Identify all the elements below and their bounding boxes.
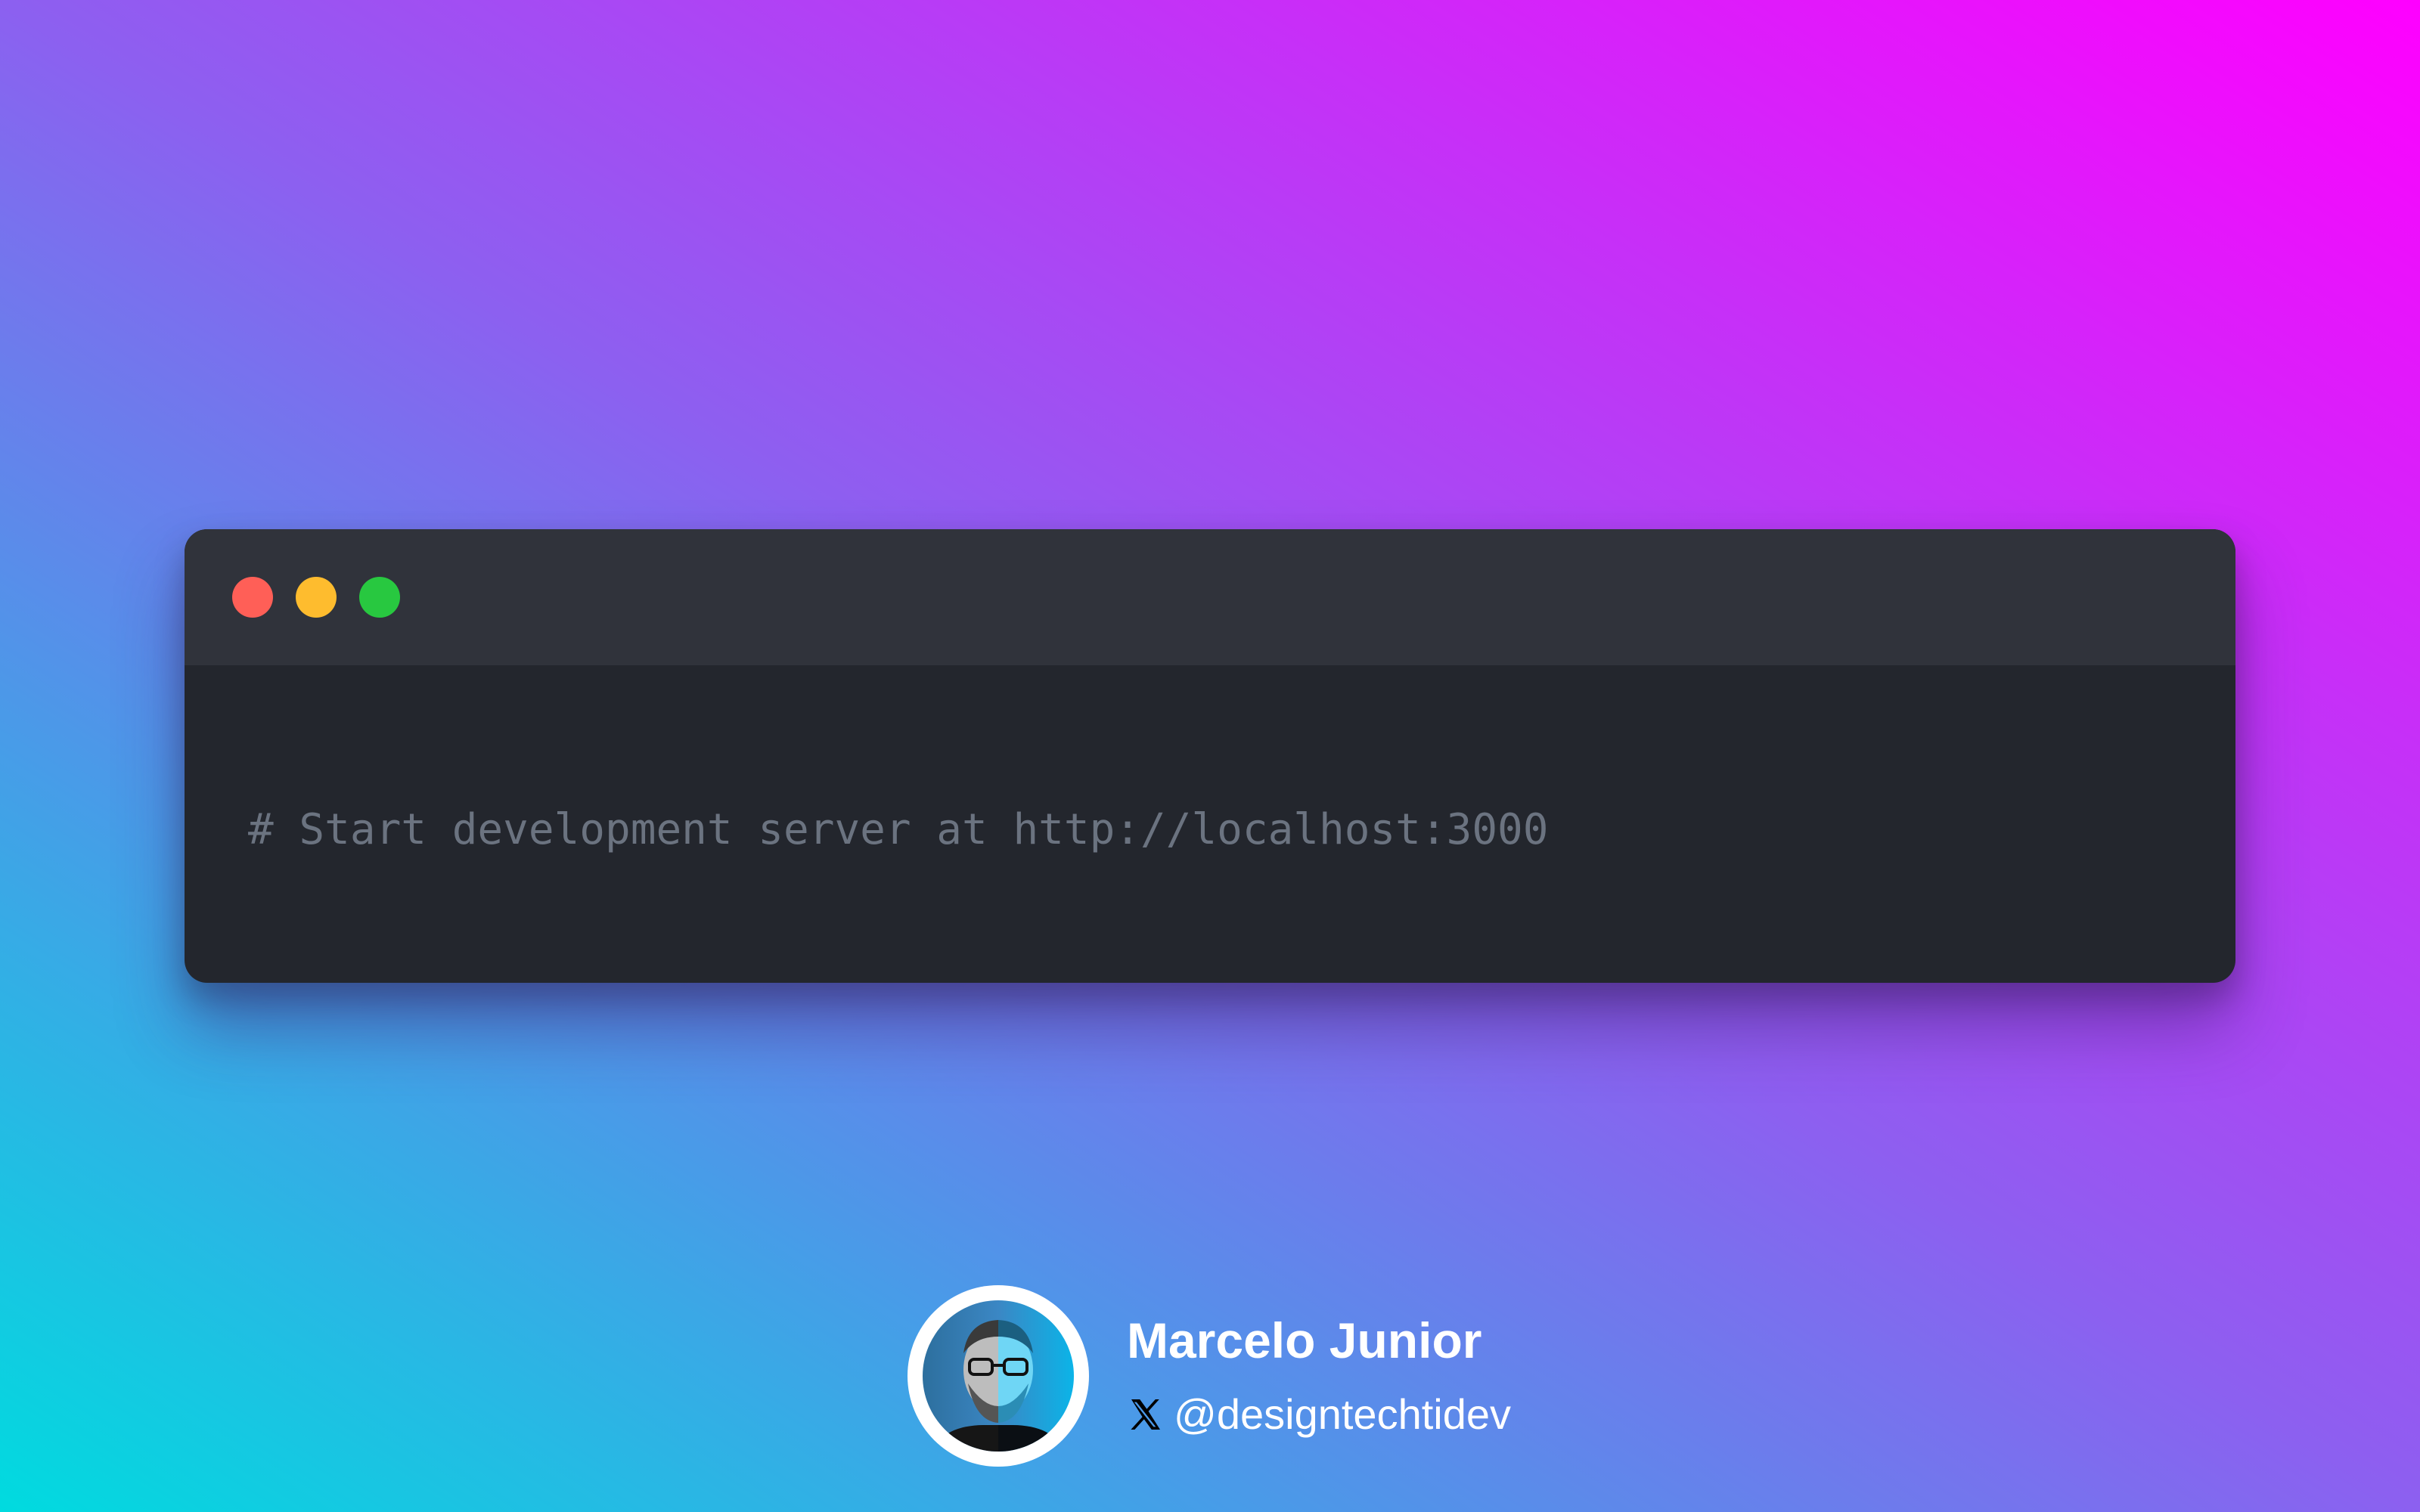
author-name: Marcelo Junior [1127, 1312, 1482, 1368]
avatar [908, 1285, 1089, 1467]
maximize-dot-icon[interactable] [359, 577, 400, 618]
close-dot-icon[interactable] [232, 577, 273, 618]
page: { "window": { "controls": [ {"name": "cl… [0, 0, 2420, 1512]
author-handle-row[interactable]: @designtechtidev [1127, 1388, 1511, 1441]
code-comment: # Start development server at http://loc… [248, 805, 1549, 854]
code-window: # Start development server at http://loc… [185, 529, 2235, 983]
author-handle: @designtechtidev [1174, 1390, 1512, 1438]
code-block: # Start development server at http://loc… [248, 724, 2190, 983]
avatar-photo-icon [923, 1300, 1074, 1452]
code-line-comment: # Start development server at http://loc… [248, 809, 2190, 851]
author-card: Marcelo Junior @designtechtidev [908, 1285, 1664, 1467]
window-titlebar [185, 529, 2235, 665]
x-logo-icon [1131, 1399, 1160, 1430]
minimize-dot-icon[interactable] [296, 577, 337, 618]
